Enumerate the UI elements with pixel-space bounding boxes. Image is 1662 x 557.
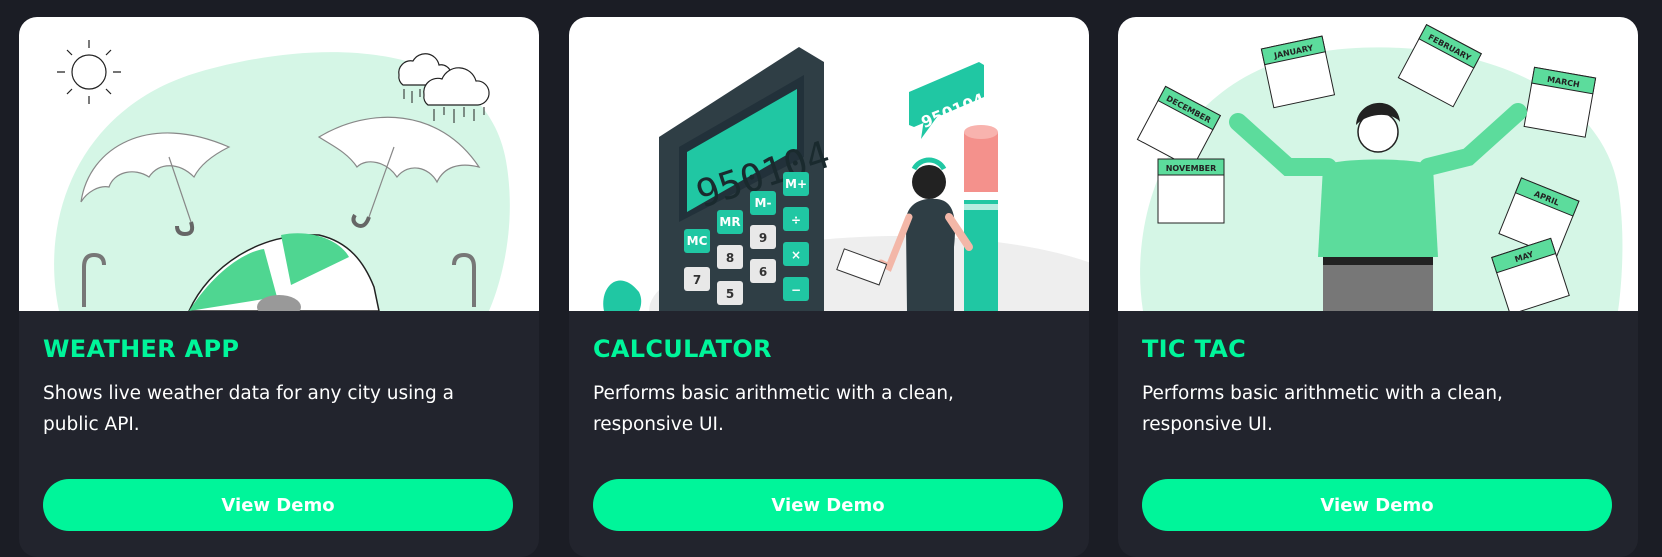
view-demo-button[interactable]: View Demo — [1142, 479, 1612, 531]
svg-text:MR: MR — [719, 215, 740, 229]
projects-grid: WEATHER APP Shows live weather data for … — [0, 0, 1662, 557]
project-description: Shows live weather data for any city usi… — [43, 383, 454, 435]
svg-text:NOVEMBER: NOVEMBER — [1166, 164, 1217, 173]
view-demo-button[interactable]: View Demo — [43, 479, 513, 531]
project-title: CALCULATOR — [593, 335, 772, 363]
project-description: Performs basic arithmetic with a clean, … — [593, 383, 954, 435]
project-card-weather: WEATHER APP Shows live weather data for … — [19, 17, 539, 557]
project-description: Performs basic arithmetic with a clean, … — [1142, 383, 1503, 435]
project-card-calculator: 950104 MC MR M- M+ 9 8 7 6 5 ÷ × − 95010… — [569, 17, 1089, 557]
calculator-illustration: 950104 MC MR M- M+ 9 8 7 6 5 ÷ × − 95010… — [569, 17, 1089, 311]
svg-text:M+: M+ — [785, 177, 807, 191]
svg-text:8: 8 — [726, 251, 734, 265]
svg-text:MC: MC — [687, 234, 708, 248]
svg-text:9: 9 — [759, 231, 767, 245]
svg-text:−: − — [791, 283, 801, 297]
svg-text:5: 5 — [726, 287, 734, 301]
calendar-celebration-illustration: JANUARY FEBRUARY MARCH DECEMBER NOVEMBER… — [1118, 17, 1638, 311]
svg-text:M-: M- — [755, 196, 772, 210]
view-demo-button[interactable]: View Demo — [593, 479, 1063, 531]
weather-illustration — [19, 17, 539, 311]
svg-text:6: 6 — [759, 265, 767, 279]
svg-text:÷: ÷ — [791, 213, 801, 227]
svg-text:7: 7 — [693, 273, 701, 287]
project-card-tic-tac: JANUARY FEBRUARY MARCH DECEMBER NOVEMBER… — [1118, 17, 1638, 557]
svg-text:×: × — [791, 248, 801, 262]
project-title: TIC TAC — [1142, 335, 1247, 363]
project-title: WEATHER APP — [43, 335, 240, 363]
